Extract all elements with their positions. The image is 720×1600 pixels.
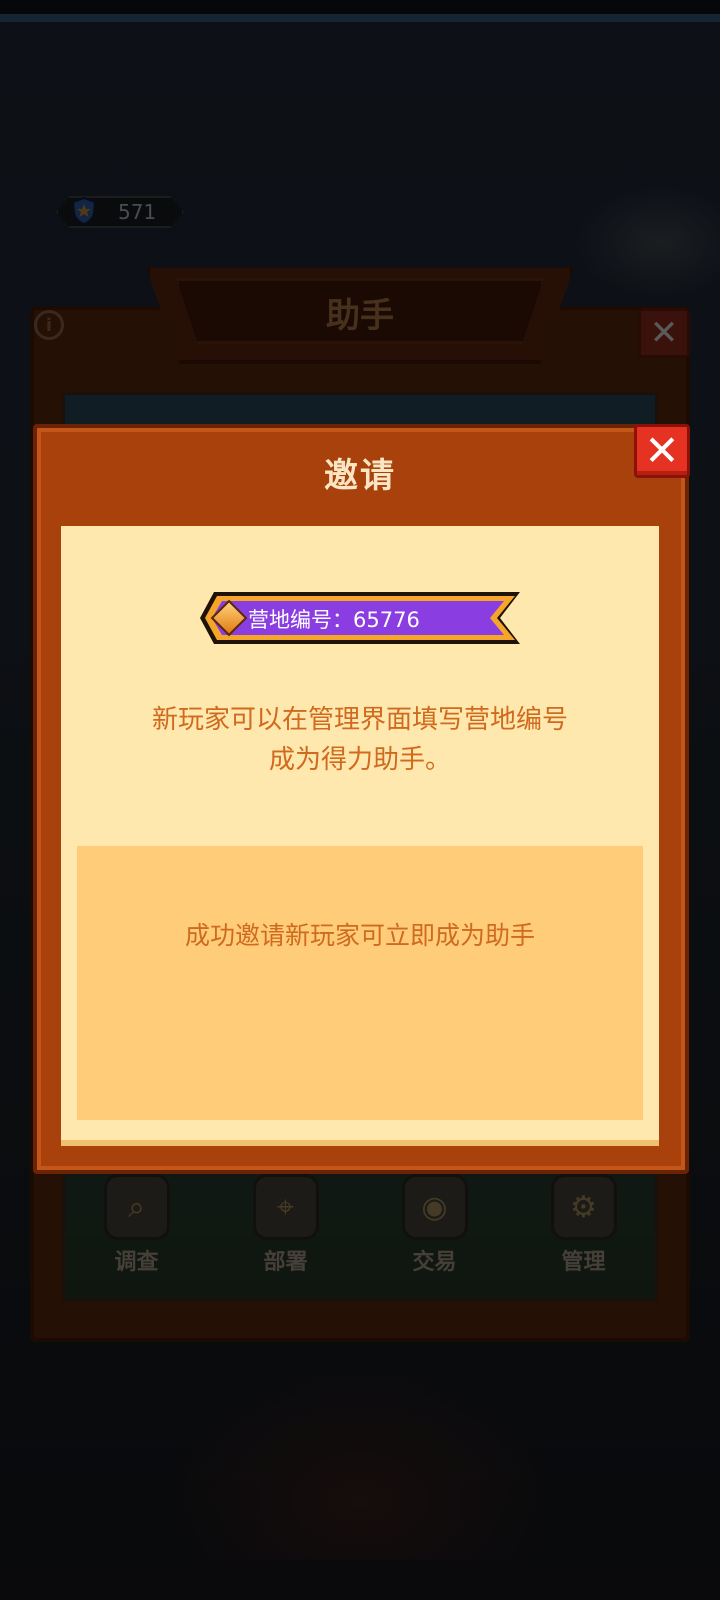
invite-title: 邀请 <box>324 456 396 496</box>
close-button[interactable]: ✕ <box>634 424 690 478</box>
invite-description: 新玩家可以在管理界面填写营地编号 成为得力助手。 <box>61 700 659 780</box>
invite-description-line2: 成为得力助手。 <box>268 745 451 775</box>
camp-id-label: 营地编号：65776 <box>248 608 420 632</box>
close-icon: ✕ <box>644 426 680 475</box>
invite-tip-text: 成功邀请新玩家可立即成为助手 <box>184 921 535 950</box>
invite-tip-box <box>77 846 643 1120</box>
invite-description-line1: 新玩家可以在管理界面填写营地编号 <box>151 705 568 735</box>
navigation-bar-area <box>0 1560 720 1600</box>
